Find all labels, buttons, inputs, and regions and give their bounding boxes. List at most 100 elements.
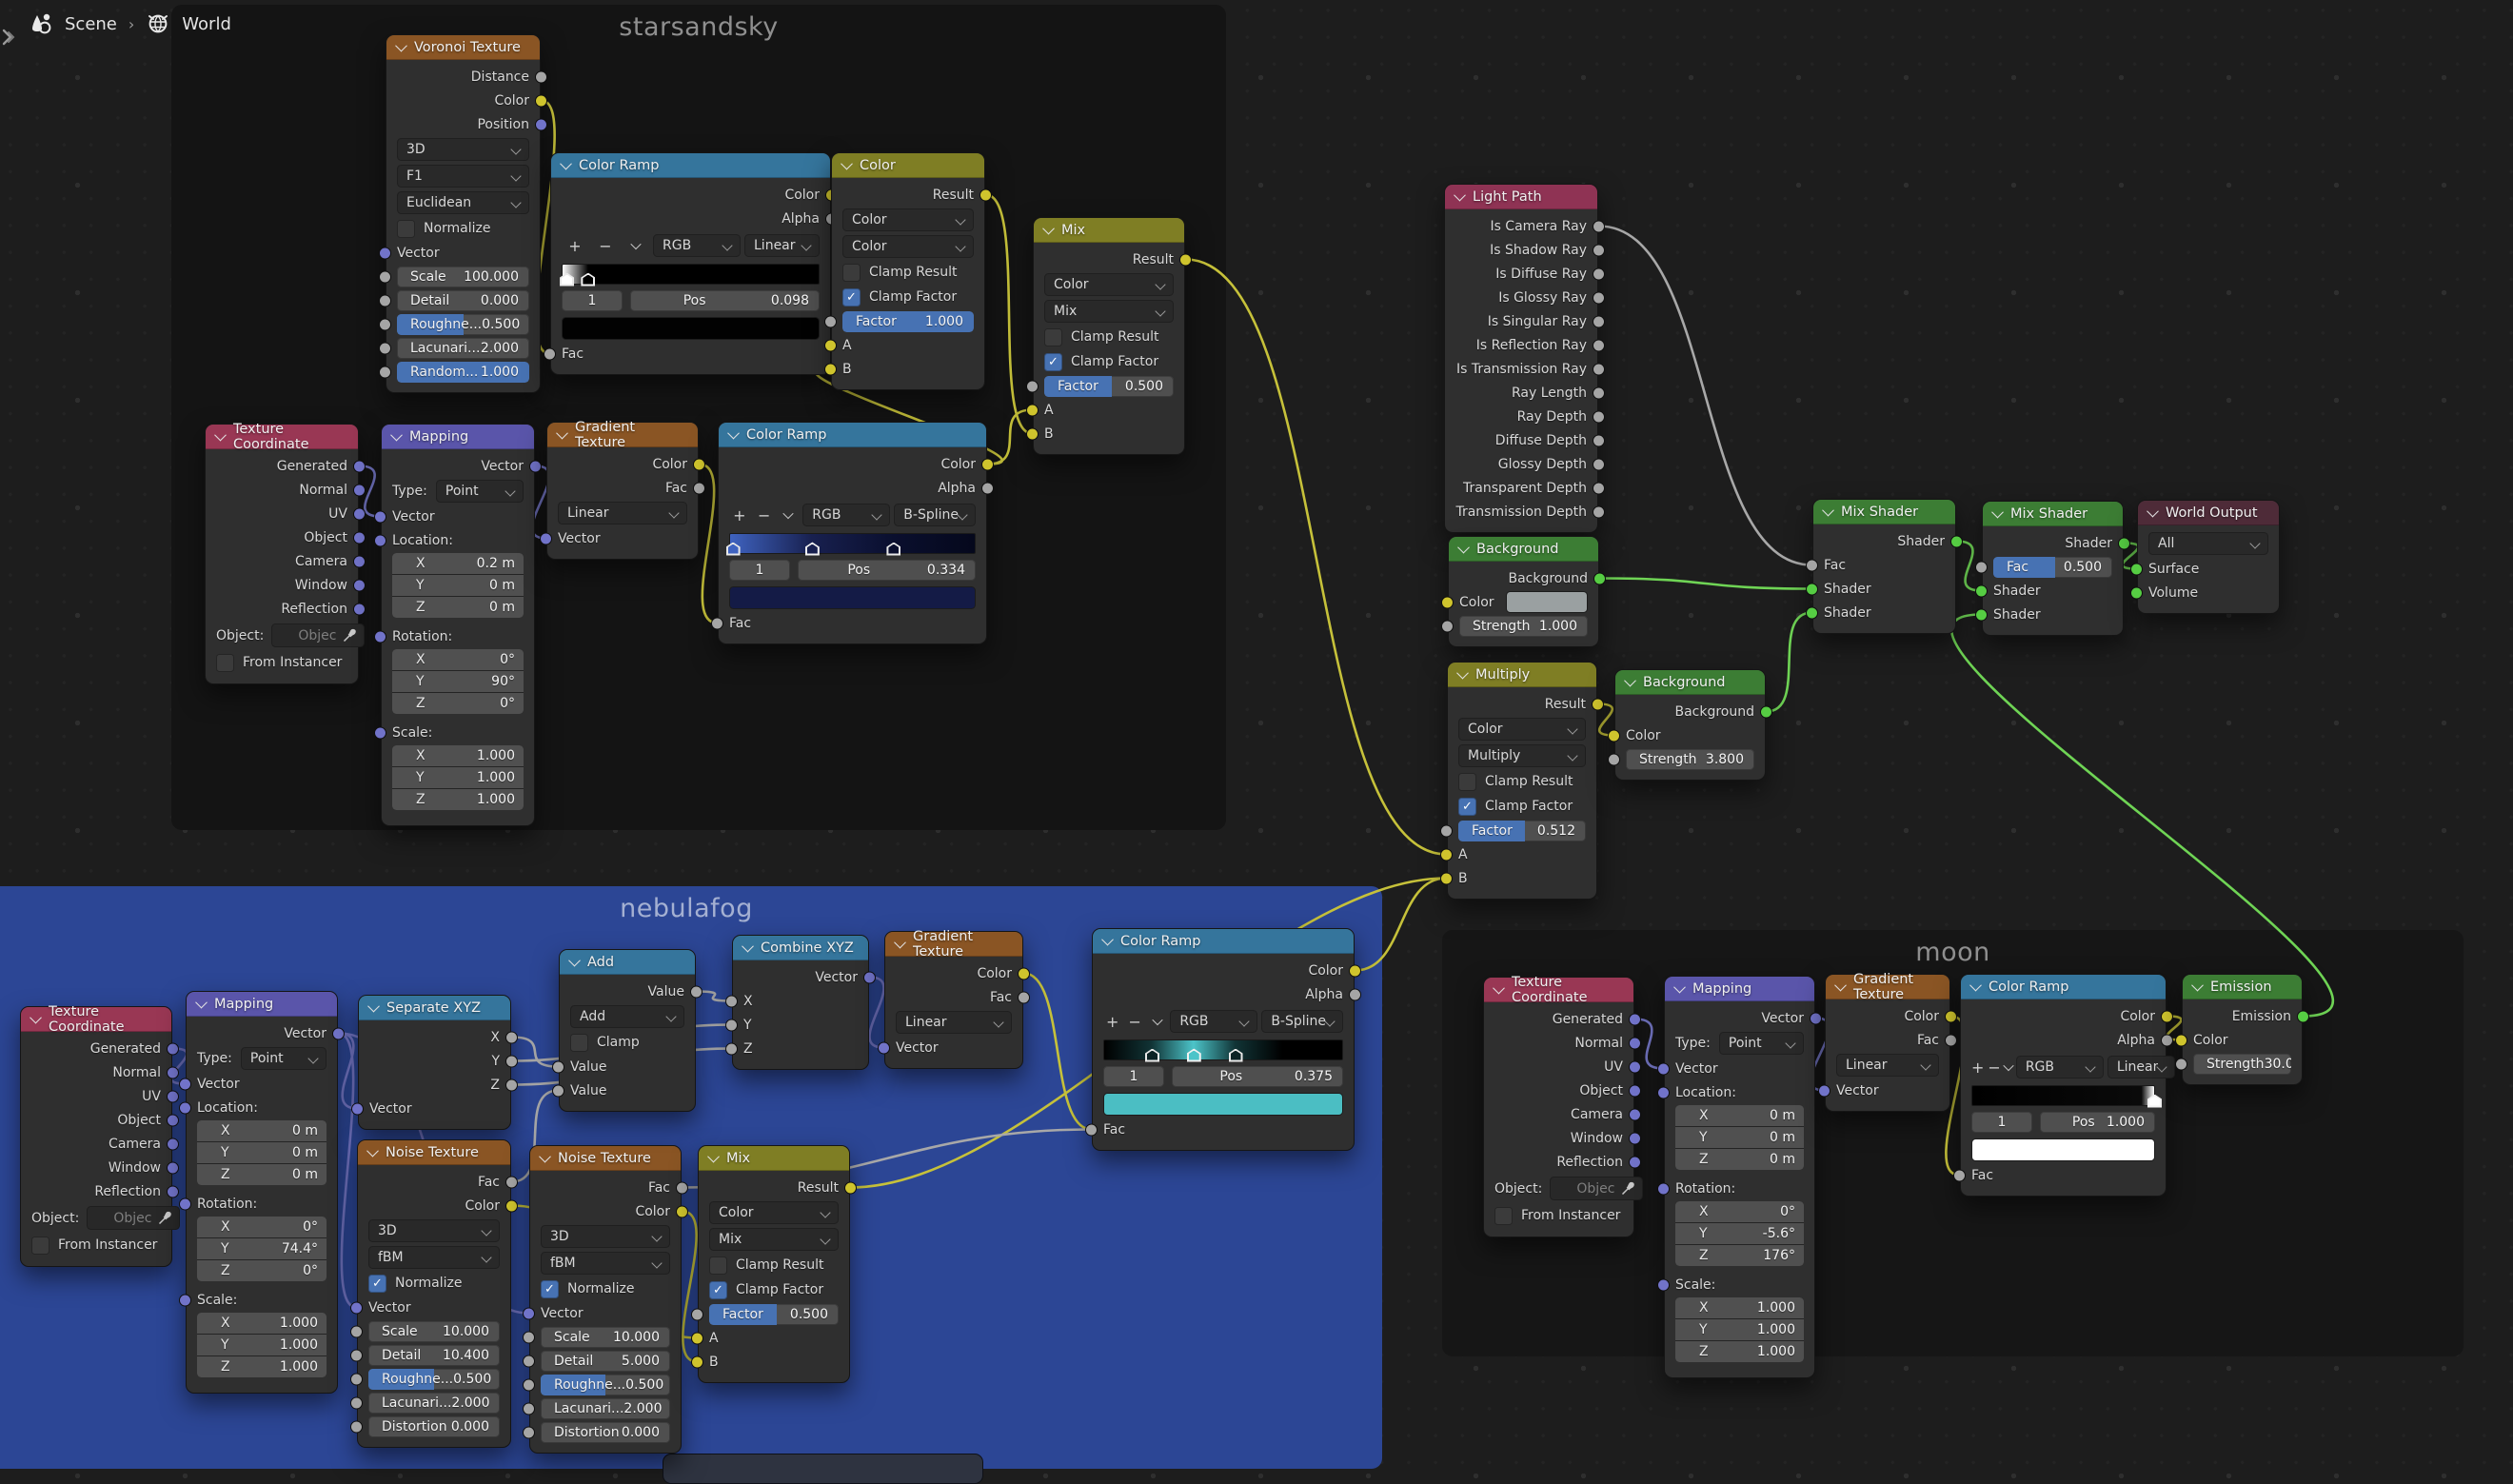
vec-socket[interactable] — [351, 1102, 364, 1115]
node-ms1[interactable]: Mix ShaderShaderFacShaderShader — [1812, 499, 1956, 634]
socket-socket[interactable] — [350, 1396, 363, 1409]
cr2-ramp-gradient[interactable] — [729, 533, 976, 554]
col-slider-factor[interactable]: Factor1.000 — [842, 311, 974, 332]
fac-socket[interactable] — [1975, 561, 1988, 573]
cr1-stop-index[interactable]: 1 — [562, 290, 623, 311]
vec-socket[interactable] — [374, 510, 386, 523]
vec-socket[interactable] — [350, 1301, 363, 1314]
socket-socket[interactable] — [1593, 505, 1605, 518]
ms2-header[interactable]: Mix Shader — [1983, 502, 2123, 526]
map2-value-z[interactable]: Z1.000 — [197, 1356, 326, 1377]
x-socket[interactable] — [725, 995, 738, 1007]
shader-socket[interactable] — [1950, 535, 1963, 547]
socket-socket[interactable] — [1629, 1156, 1641, 1168]
cr3-dropdown[interactable]: B-Spline — [1261, 1010, 1343, 1033]
b-socket[interactable] — [824, 363, 837, 375]
nt2-slider-roughne[interactable]: Roughne...0.500 — [541, 1375, 670, 1395]
nt2-slider-distortion[interactable]: Distortion0.000 — [541, 1422, 670, 1443]
breadcrumb-scene[interactable]: Scene — [65, 14, 117, 34]
strength-socket[interactable] — [1608, 753, 1620, 765]
map3-value-z[interactable]: Z0 m — [1675, 1149, 1804, 1170]
cr4-stop-position[interactable]: Pos1.000 — [2040, 1112, 2155, 1133]
vor-header[interactable]: Voronoi Texture — [386, 35, 540, 60]
vor-checkbox-normalize[interactable] — [397, 220, 415, 238]
socket-socket[interactable] — [523, 1355, 535, 1367]
map1-value-z[interactable]: Z0 m — [392, 597, 524, 618]
vor-slider-detail[interactable]: Detail0.000 — [397, 290, 529, 311]
socket-socket[interactable] — [523, 1402, 535, 1415]
cr1-ramp-stop[interactable] — [560, 273, 574, 287]
cr4-ramp-gradient[interactable] — [1971, 1085, 2155, 1106]
socket-socket[interactable] — [1593, 386, 1605, 399]
cr3-stop-position[interactable]: Pos0.375 — [1172, 1066, 1343, 1087]
socket-socket[interactable] — [374, 726, 386, 739]
mix1-header[interactable]: Mix — [1034, 218, 1184, 243]
socket-socket[interactable] — [1593, 315, 1605, 327]
socket-socket[interactable] — [1593, 458, 1605, 470]
vor-slider-scale[interactable]: Scale100.000 — [397, 267, 529, 287]
wo-dropdown[interactable]: All — [2148, 532, 2268, 555]
col-checkbox-clamp-factor[interactable]: ✓ — [842, 288, 861, 307]
ms1-header[interactable]: Mix Shader — [1813, 500, 1955, 524]
node-cr1[interactable]: Color RampColorAlpha+−RGBLinear1Pos0.098… — [550, 152, 831, 375]
socket-socket[interactable] — [1593, 410, 1605, 423]
map2-value-y[interactable]: Y0 m — [197, 1142, 326, 1163]
cmb-header[interactable]: Combine XYZ — [733, 936, 868, 960]
node-map1[interactable]: MappingVectorType:PointVectorLocation:X0… — [381, 424, 535, 826]
mix1-checkbox-clamp-result[interactable] — [1044, 328, 1062, 346]
panel-toggle-chevron-icon[interactable] — [1, 25, 16, 53]
factor-socket[interactable] — [1440, 824, 1453, 837]
gt1-header[interactable]: Gradient Texture — [547, 423, 698, 447]
socket-socket[interactable] — [693, 482, 705, 494]
s2-socket[interactable] — [1975, 608, 1988, 621]
node-cr4[interactable]: Color RampColorAlpha+−RGBLinear1Pos1.000… — [1960, 974, 2167, 1197]
fac-socket[interactable] — [544, 347, 556, 360]
cr4-ramp-stop[interactable] — [2147, 1095, 2162, 1108]
node-sep[interactable]: Separate XYZXYZVector — [358, 995, 511, 1130]
cr2-color-swatch[interactable] — [729, 586, 976, 609]
map1-value-x[interactable]: X1.000 — [392, 745, 524, 766]
map3-value-y[interactable]: Y-5.6° — [1675, 1223, 1804, 1244]
socket-socket[interactable] — [353, 484, 366, 496]
nt2-slider-detail[interactable]: Detail5.000 — [541, 1351, 670, 1372]
mix1-slider-factor[interactable]: Factor0.500 — [1044, 376, 1174, 397]
result-socket[interactable] — [979, 188, 992, 201]
bg1-color-swatch[interactable] — [1506, 591, 1588, 613]
socket-socket[interactable] — [379, 270, 391, 283]
node-ms2[interactable]: Mix ShaderShaderFac0.500ShaderShader — [1982, 501, 2124, 636]
socket-socket[interactable] — [1349, 988, 1361, 1000]
bg-socket[interactable] — [1760, 705, 1772, 718]
socket-socket[interactable] — [1593, 291, 1605, 304]
gt2-dropdown[interactable]: Linear — [896, 1011, 1012, 1034]
cr1-color-swatch[interactable] — [562, 317, 820, 340]
tc1-header[interactable]: Texture Coordinate — [206, 425, 358, 449]
map1-value-z[interactable]: Z0° — [392, 693, 524, 714]
cr2-dropdown[interactable]: B-Spline — [894, 504, 976, 526]
a-socket[interactable] — [1440, 848, 1453, 861]
socket-socket[interactable] — [1593, 267, 1605, 280]
cr1-ramp-menu-button[interactable] — [623, 235, 649, 257]
tc2-checkbox-from-instancer[interactable] — [31, 1237, 49, 1255]
cr3-stop-index[interactable]: 1 — [1103, 1066, 1164, 1087]
map1-value-y[interactable]: Y1.000 — [392, 767, 524, 788]
socket-socket[interactable] — [350, 1373, 363, 1385]
mix2-checkbox-clamp-result[interactable] — [709, 1256, 727, 1275]
color-socket[interactable] — [676, 1205, 688, 1217]
breadcrumb-world[interactable]: World — [182, 14, 231, 34]
node-em[interactable]: EmissionEmissionColorStrength30.000 — [2182, 974, 2303, 1085]
node-tc1[interactable]: Texture CoordinateGeneratedNormalUVObjec… — [205, 424, 359, 684]
nt1-slider-distortion[interactable]: Distortion0.000 — [368, 1416, 500, 1437]
add-header[interactable]: Add — [560, 950, 695, 975]
s1-socket[interactable] — [1806, 583, 1818, 595]
nt2-dropdown[interactable]: 3D — [541, 1225, 670, 1248]
socket-socket[interactable] — [353, 603, 366, 615]
socket-socket[interactable] — [179, 1294, 191, 1306]
b-socket[interactable] — [1440, 872, 1453, 884]
col-checkbox-clamp-result[interactable] — [842, 264, 861, 282]
tc2-header[interactable]: Texture Coordinate — [21, 1007, 171, 1032]
cr4-dropdown[interactable]: RGB — [2016, 1056, 2104, 1078]
socket-socket[interactable] — [1593, 434, 1605, 446]
map1-value-x[interactable]: X0° — [392, 649, 524, 670]
result-socket[interactable] — [1592, 698, 1604, 710]
socket-socket[interactable] — [1657, 1182, 1670, 1195]
